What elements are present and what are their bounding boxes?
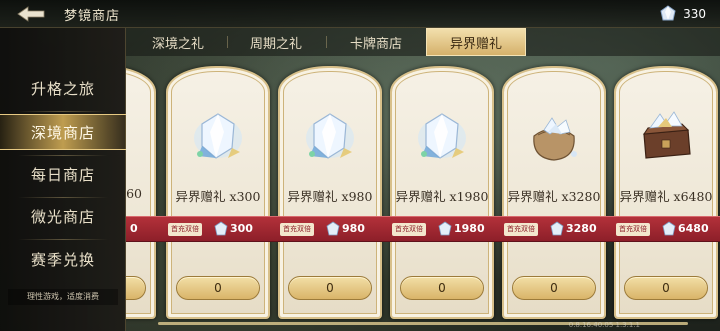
price-ribbon: 首充双倍 1980 [384, 216, 500, 242]
first-charge-badge: 首充双倍 [280, 223, 314, 236]
sidebar: 升格之旅 深境商店 每日商店 微光商店 赛季兑换 理性游戏，适度消费 [0, 28, 126, 331]
shop-tabs: 深境之礼 周期之礼 卡牌商店 异界赠礼 [126, 28, 720, 56]
product-name: 异界赠礼 x300 [175, 189, 261, 204]
first-charge-badge: 首充双倍 [392, 223, 426, 236]
gem-small-icon [550, 221, 564, 236]
currency-amount: 330 [683, 7, 706, 21]
tab-label: 深境之礼 [151, 36, 204, 52]
product-name: 异界赠礼 x3280 [507, 189, 601, 204]
gem-cluster-icon [194, 113, 242, 159]
first-charge-badge: 首充双倍 [504, 223, 538, 236]
product-card[interactable]: 异界赠礼 x3280 首充双倍 3280 0 [496, 66, 612, 319]
product-card[interactable]: 异界赠礼 x1980 首充双倍 1980 0 [384, 66, 500, 319]
buy-button[interactable]: 0 [624, 276, 708, 300]
gem-currency-icon [660, 5, 676, 21]
product-card[interactable]: 异界赠礼 x300 首充双倍 300 0 [160, 66, 276, 319]
price-ribbon: 首充双倍 3280 [496, 216, 612, 242]
product-name: 异界赠礼 x1980 [395, 189, 489, 204]
sidebar-item-season-exchange[interactable]: 赛季兑换 [0, 241, 126, 277]
price-ribbon: 首充双倍 300 [160, 216, 276, 242]
buy-button[interactable]: 0 [176, 276, 260, 300]
first-charge-badge: 首充双倍 [616, 223, 650, 236]
buy-count: 0 [550, 281, 558, 295]
tab-cycle-gift[interactable]: 周期之礼 [226, 28, 326, 56]
gem-small-icon [662, 221, 676, 236]
sidebar-item-label: 每日商店 [30, 165, 95, 184]
currency-display[interactable]: 330 [610, 3, 706, 25]
buy-count: 0 [214, 281, 222, 295]
sidebar-item-abyss-shop[interactable]: 深境商店 [0, 114, 126, 150]
sidebar-item-daily-shop[interactable]: 每日商店 [0, 156, 126, 192]
product-price: 1980 [454, 222, 485, 235]
first-charge-badge: 首充双倍 [168, 223, 202, 236]
product-price: 3280 [566, 222, 597, 235]
product-price: 6480 [678, 222, 709, 235]
gem-cluster-icon [306, 113, 354, 159]
gem-small-icon [214, 221, 228, 236]
product-card[interactable]: 异界赠礼 x6480 首充双倍 6480 0 [608, 66, 720, 319]
sidebar-item-ascension[interactable]: 升格之旅 [0, 70, 126, 106]
product-price: 0 [130, 222, 138, 235]
top-bar: 梦镜商店 330 [0, 0, 720, 28]
buy-button[interactable]: 0 [288, 276, 372, 300]
product-name: 异界赠礼 x980 [287, 189, 373, 204]
product-list: 60 0 0 异界赠礼 x300 首充双倍 300 0 [126, 56, 720, 331]
gem-small-icon [326, 221, 340, 236]
tab-otherworld-gift[interactable]: 异界赠礼 [426, 28, 526, 56]
product-name: 60 [126, 186, 142, 201]
tab-abyss-gift[interactable]: 深境之礼 [128, 28, 228, 56]
tab-label: 异界赠礼 [449, 36, 502, 52]
sidebar-item-label: 升格之旅 [30, 79, 95, 98]
gem-sack-icon [533, 117, 577, 161]
sidebar-divider [18, 239, 108, 240]
gem-cluster-icon [418, 113, 466, 159]
sidebar-item-glimmer-shop[interactable]: 微光商店 [0, 198, 126, 234]
gem-chest-icon [643, 111, 691, 159]
sidebar-item-label: 微光商店 [30, 207, 95, 226]
back-arrow-icon [17, 6, 45, 22]
tab-label: 周期之礼 [249, 36, 302, 52]
buy-button[interactable]: 0 [512, 276, 596, 300]
sidebar-item-label: 赛季兑换 [30, 250, 95, 269]
buy-button[interactable]: 0 [400, 276, 484, 300]
gem-small-icon [438, 221, 452, 236]
sidebar-item-label: 深境商店 [30, 123, 95, 142]
product-name: 异界赠礼 x6480 [619, 189, 713, 204]
page-title: 梦镜商店 [64, 9, 121, 24]
product-price: 300 [230, 222, 253, 235]
buy-count: 0 [438, 281, 446, 295]
back-button[interactable] [14, 4, 48, 24]
sidebar-divider [18, 111, 108, 112]
price-ribbon: 首充双倍 6480 [608, 216, 720, 242]
buy-count: 0 [326, 281, 334, 295]
tab-card-shop[interactable]: 卡牌商店 [326, 28, 426, 56]
price-ribbon: 首充双倍 980 [272, 216, 388, 242]
buy-count: 0 [662, 281, 670, 295]
tab-label: 卡牌商店 [349, 36, 402, 52]
healthy-gaming-notice: 理性游戏，适度消费 [8, 289, 118, 305]
product-card[interactable]: 60 0 0 [126, 66, 162, 319]
product-card[interactable]: 异界赠礼 x980 首充双倍 980 0 [272, 66, 388, 319]
version-label: 0.8.16.40.05 1.3.1.1 [568, 321, 640, 329]
product-price: 980 [342, 222, 365, 235]
price-ribbon: 0 [126, 216, 162, 242]
